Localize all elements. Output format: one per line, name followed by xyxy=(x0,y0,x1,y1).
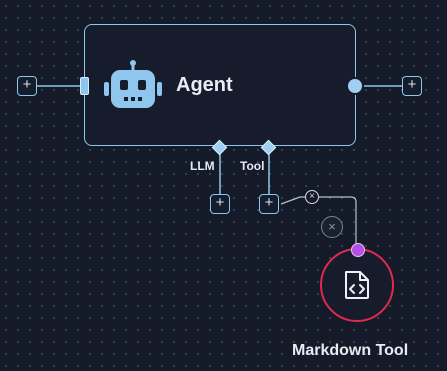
add-llm-button[interactable]: + xyxy=(210,194,230,214)
delete-edge-button[interactable]: × xyxy=(305,190,319,204)
markdown-file-icon xyxy=(345,271,369,299)
remove-tool-button[interactable]: × xyxy=(321,216,343,238)
tool-edge[interactable] xyxy=(280,196,357,244)
add-output-button[interactable]: + xyxy=(402,76,422,96)
agent-output-handle[interactable] xyxy=(348,79,362,93)
tool-port-label: Tool xyxy=(240,159,265,173)
robot-icon xyxy=(104,60,162,108)
agent-title: Agent xyxy=(176,74,233,96)
tool-node-handle[interactable] xyxy=(351,243,365,257)
add-tool-button[interactable]: + xyxy=(259,194,279,214)
markdown-tool-label: Markdown Tool xyxy=(292,342,409,359)
llm-port-label: LLM xyxy=(190,159,215,173)
add-input-button[interactable]: + xyxy=(17,76,37,96)
agent-input-handle[interactable] xyxy=(80,77,89,95)
